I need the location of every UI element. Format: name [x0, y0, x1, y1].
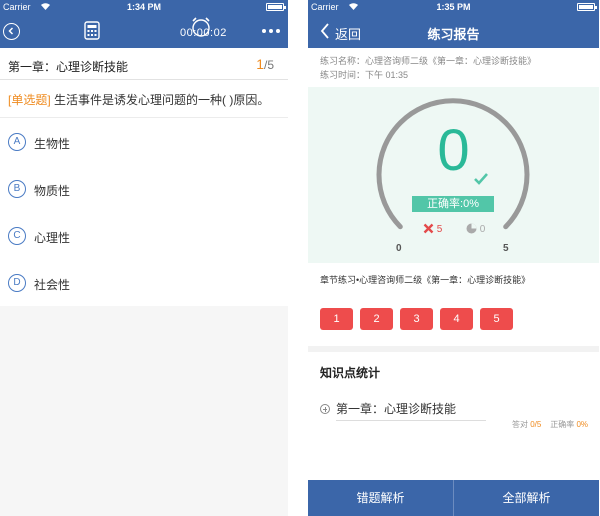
question-button-1[interactable]: 1: [320, 308, 353, 330]
option-d[interactable]: D 社会性: [0, 259, 288, 306]
pie-icon: [466, 223, 477, 234]
bottom-action-bar: 错题解析 全部解析: [308, 480, 599, 516]
knowledge-item[interactable]: 第一章：心理诊断技能 答对 0/5 正确率 0%: [320, 398, 588, 432]
knowledge-item-underline: [336, 420, 486, 421]
option-c[interactable]: C 心理性: [0, 212, 288, 259]
practice-time-meta: 练习时间：下午 01:35: [320, 70, 409, 80]
page-title: 练习报告: [427, 27, 480, 42]
accuracy-badge: 正确率:0%: [412, 196, 494, 212]
wrong-count: 5: [423, 223, 442, 235]
rate-value: 0%: [576, 420, 588, 429]
undone-count: 0: [466, 223, 485, 235]
question-progress: 1/5: [256, 56, 274, 72]
practice-name: 章节练习•心理咨询师二级《第一章：心理诊断技能》: [320, 275, 531, 285]
answered-label: 答对: [511, 420, 528, 429]
section-divider: [308, 346, 599, 352]
option-letter: C: [8, 227, 26, 245]
wrong-count-value: 5: [436, 224, 443, 235]
score-gauge: 0 正确率:0% 5 0 0 5: [308, 87, 599, 263]
question-screen: Carrier 1:34 PM 00:00:02 第一章：心理诊断技能 1/5 …: [0, 0, 288, 516]
question-button-5[interactable]: 5: [480, 308, 513, 330]
knowledge-title: 知识点统计: [320, 366, 381, 380]
rate-label: 正确率: [550, 420, 575, 429]
answer-card-icon[interactable]: [84, 21, 100, 40]
status-time: 1:34 PM: [126, 2, 161, 12]
option-text: 心理性: [34, 231, 71, 245]
question-button-2[interactable]: 2: [360, 308, 393, 330]
question-button-3[interactable]: 3: [400, 308, 433, 330]
question-stem: [单选题] 生活事件是诱发心理问题的一种( )原因。: [0, 80, 288, 118]
battery-icon: [266, 3, 286, 11]
question-button-4[interactable]: 4: [440, 308, 473, 330]
option-text: 物质性: [34, 184, 71, 198]
score-value: 0: [437, 118, 470, 183]
option-list: A 生物性 B 物质性 C 心理性 D 社会性: [0, 118, 288, 306]
status-time: 1:35 PM: [436, 2, 471, 12]
status-bar: Carrier 1:35 PM: [308, 0, 599, 14]
option-letter: A: [8, 133, 26, 151]
check-icon: [474, 173, 488, 185]
option-a[interactable]: A 生物性: [0, 118, 288, 165]
chevron-left-icon: [8, 27, 14, 35]
report-meta: 练习名称：心理咨询师二级《第一章：心理诊断技能》 练习时间：下午 01:35: [308, 48, 599, 88]
back-button[interactable]: [3, 23, 20, 40]
status-bar: Carrier 1:34 PM: [0, 0, 288, 14]
question-navbar: 00:00:02: [0, 14, 288, 48]
knowledge-item-name: 第一章：心理诊断技能: [336, 402, 457, 416]
elapsed-timer: 00:00:02: [180, 27, 227, 39]
chapter-title: 第一章：心理诊断技能: [8, 60, 129, 74]
gauge-min-label: 0: [396, 243, 402, 254]
option-text: 社会性: [34, 278, 71, 292]
question-type: [单选题]: [8, 93, 51, 107]
expand-plus-icon[interactable]: [320, 404, 330, 414]
practice-name-meta: 练习名称：心理咨询师二级《第一章：心理诊断技能》: [320, 56, 537, 66]
option-text: 生物性: [34, 137, 71, 151]
undone-count-value: 0: [479, 224, 486, 235]
knowledge-item-stats: 答对 0/5 正确率 0%: [512, 419, 588, 430]
total-questions: /5: [263, 58, 274, 72]
wrong-x-icon: [423, 223, 434, 234]
battery-icon: [577, 3, 597, 11]
option-b[interactable]: B 物质性: [0, 165, 288, 212]
question-text: 生活事件是诱发心理问题的一种( )原因。: [54, 93, 270, 107]
report-screen: Carrier 1:35 PM 返回 练习报告 练习名称：心理咨询师二级《第一章…: [308, 0, 599, 516]
option-letter: B: [8, 180, 26, 198]
gauge-max-label: 5: [503, 243, 509, 254]
wrong-analysis-button[interactable]: 错题解析: [308, 480, 453, 516]
option-letter: D: [8, 274, 26, 292]
report-navbar: 返回 练习报告: [308, 14, 599, 48]
more-icon[interactable]: [262, 29, 280, 33]
question-button-list: 1 2 3 4 5: [320, 308, 513, 330]
all-analysis-button[interactable]: 全部解析: [453, 480, 599, 516]
answered-value: 0/5: [530, 420, 542, 429]
current-question-number: 1: [256, 56, 264, 72]
chapter-bar: 第一章：心理诊断技能 1/5: [0, 48, 288, 80]
